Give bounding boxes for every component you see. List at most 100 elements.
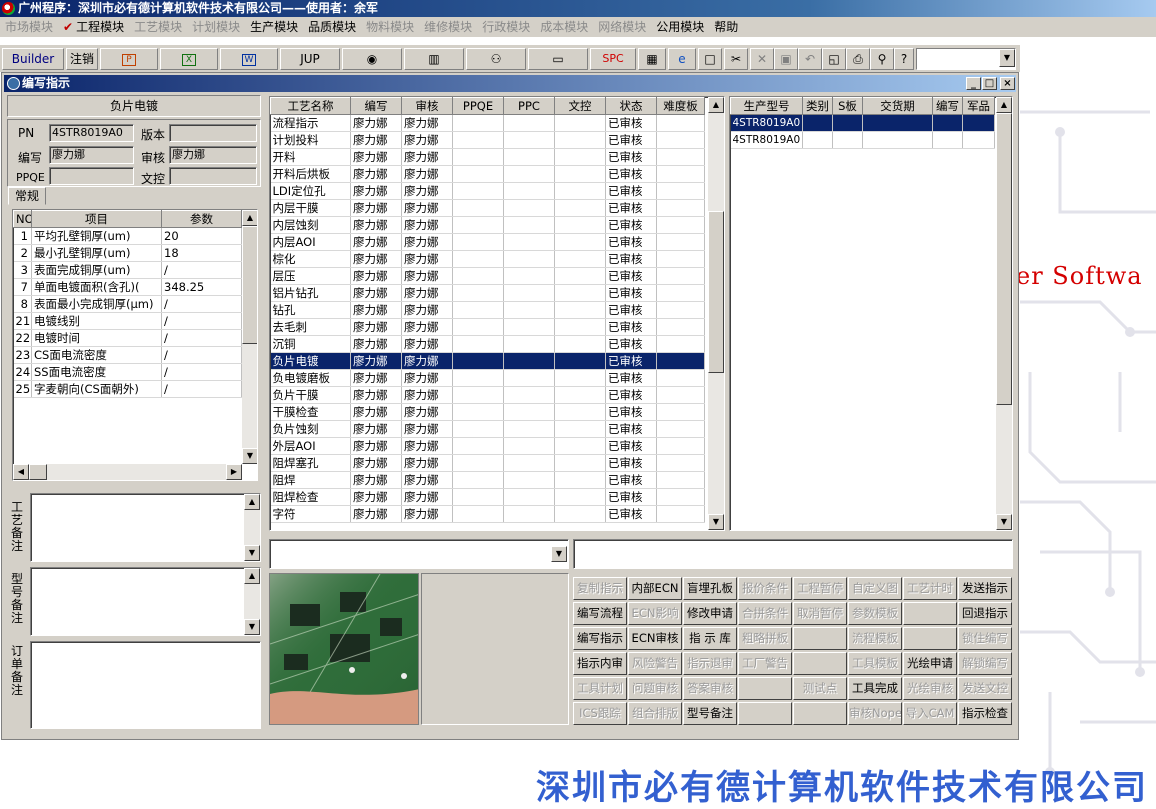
table-cell[interactable] (656, 386, 705, 404)
action-button[interactable]: 参数模板 (848, 602, 902, 625)
table-cell[interactable]: 已审核 (605, 318, 657, 336)
table-cell[interactable]: 表面完成铜厚(um) (31, 261, 162, 279)
table-cell[interactable]: 已审核 (605, 471, 657, 489)
table-cell[interactable]: LDI定位孔 (270, 182, 351, 200)
table-cell[interactable] (656, 216, 705, 234)
table-cell[interactable]: / (161, 380, 242, 398)
column-header[interactable]: 生产型号 (730, 97, 803, 115)
table-cell[interactable] (452, 505, 504, 523)
table-cell[interactable]: 已审核 (605, 437, 657, 455)
menu-item-7[interactable]: 维修模块 (419, 17, 477, 37)
action-button[interactable]: 问题审核 (628, 677, 682, 700)
table-cell[interactable] (452, 148, 504, 166)
menu-item-1[interactable]: ✔ 工程模块 (58, 17, 129, 37)
table-cell[interactable]: 20 (161, 227, 242, 245)
column-header[interactable]: 类别 (802, 97, 833, 115)
table-cell[interactable]: 廖力娜 (350, 148, 402, 166)
table-cell[interactable] (503, 471, 555, 489)
table-row[interactable]: 21 电镀线别 / (13, 312, 242, 330)
table-cell[interactable]: 内层AOI (270, 233, 351, 251)
table-cell[interactable]: 廖力娜 (350, 131, 402, 149)
view-button[interactable]: ◉ (342, 48, 402, 70)
table-cell[interactable] (503, 233, 555, 251)
table-cell[interactable]: 廖力娜 (350, 233, 402, 251)
table-cell[interactable] (452, 335, 504, 353)
action-button[interactable]: 工具完成 (848, 677, 902, 700)
tab-general[interactable]: 常规 (8, 187, 47, 205)
table-cell[interactable]: 廖力娜 (401, 471, 453, 489)
find-button[interactable]: ⚲ (870, 48, 894, 70)
action-button[interactable]: 发送文控 (958, 677, 1012, 700)
table-cell[interactable] (656, 165, 705, 183)
table-cell[interactable] (503, 165, 555, 183)
table-cell[interactable]: / (161, 295, 242, 313)
action-button[interactable]: ECN审核 (628, 627, 682, 650)
table-cell[interactable] (503, 352, 555, 370)
table-cell[interactable]: 阻焊塞孔 (270, 454, 351, 472)
table-row[interactable]: 3 表面完成铜厚(um) / (13, 261, 242, 279)
column-header[interactable]: 参数 (161, 210, 242, 228)
table-cell[interactable] (503, 318, 555, 336)
table-cell[interactable] (554, 335, 606, 353)
table-cell[interactable] (503, 386, 555, 404)
table-cell[interactable]: 廖力娜 (350, 437, 402, 455)
word-button[interactable]: W (220, 48, 278, 70)
table-row[interactable]: 22 电镀时间 / (13, 329, 242, 347)
table-cell[interactable] (656, 471, 705, 489)
action-button[interactable]: 指示检查 (958, 702, 1012, 725)
undo-button[interactable]: ↶ (798, 48, 822, 70)
action-button[interactable]: ECN影响 (628, 602, 682, 625)
process-note-textarea[interactable]: ▲ ▼ (30, 493, 261, 562)
table-row[interactable]: 去毛刺 廖力娜 廖力娜 已审核 (270, 318, 705, 336)
column-header[interactable]: 军品 (962, 97, 995, 115)
table-cell[interactable] (554, 454, 606, 472)
action-button[interactable] (793, 627, 847, 650)
table-cell[interactable]: 廖力娜 (401, 199, 453, 217)
table-cell[interactable]: 廖力娜 (350, 352, 402, 370)
table-cell[interactable]: 已审核 (605, 250, 657, 268)
search-input[interactable] (573, 539, 1013, 569)
table-cell[interactable]: 已审核 (605, 369, 657, 387)
table-cell[interactable] (554, 267, 606, 285)
writer-field[interactable]: 廖力娜 (49, 146, 134, 164)
table-cell[interactable]: 22 (13, 329, 32, 347)
column-header[interactable]: 状态 (605, 97, 657, 115)
action-button[interactable]: 工具计划 (573, 677, 627, 700)
hscroll-thumb[interactable] (29, 464, 47, 480)
action-button[interactable]: 解锁编写 (958, 652, 1012, 675)
table-cell[interactable] (656, 488, 705, 506)
table-cell[interactable] (452, 454, 504, 472)
ie-button[interactable]: e (668, 48, 696, 70)
table-cell[interactable]: 廖力娜 (350, 199, 402, 217)
table-cell[interactable] (554, 199, 606, 217)
table-row[interactable]: 沉铜 廖力娜 廖力娜 已审核 (270, 335, 705, 353)
action-button[interactable] (793, 702, 847, 725)
table-row[interactable]: 外层AOI 廖力娜 廖力娜 已审核 (270, 437, 705, 455)
table-cell[interactable]: 已审核 (605, 352, 657, 370)
action-button[interactable]: 流程模板 (848, 627, 902, 650)
table-cell[interactable]: 已审核 (605, 454, 657, 472)
table-cell[interactable] (452, 318, 504, 336)
table-cell[interactable] (656, 335, 705, 353)
table-cell[interactable]: 已审核 (605, 420, 657, 438)
action-button[interactable]: 光绘审核 (903, 677, 957, 700)
table-cell[interactable]: 已审核 (605, 165, 657, 183)
table-cell[interactable]: 廖力娜 (401, 250, 453, 268)
table-cell[interactable] (554, 165, 606, 183)
table-cell[interactable] (503, 335, 555, 353)
column-header[interactable]: 难度板 (656, 97, 705, 115)
table-row[interactable]: 钻孔 廖力娜 廖力娜 已审核 (270, 301, 705, 319)
action-button[interactable]: 组合排版 (628, 702, 682, 725)
print-button[interactable]: ⎙ (846, 48, 870, 70)
table-cell[interactable] (656, 284, 705, 302)
table-cell[interactable]: 干膜检查 (270, 403, 351, 421)
close-button[interactable]: × (1000, 77, 1015, 90)
action-button[interactable] (738, 677, 792, 700)
table-cell[interactable]: 廖力娜 (401, 505, 453, 523)
table-cell[interactable] (554, 216, 606, 234)
table-cell[interactable]: 廖力娜 (350, 454, 402, 472)
table-cell[interactable] (656, 318, 705, 336)
table-cell[interactable]: 字符 (270, 505, 351, 523)
table-cell[interactable]: 廖力娜 (350, 267, 402, 285)
table-cell[interactable] (503, 437, 555, 455)
